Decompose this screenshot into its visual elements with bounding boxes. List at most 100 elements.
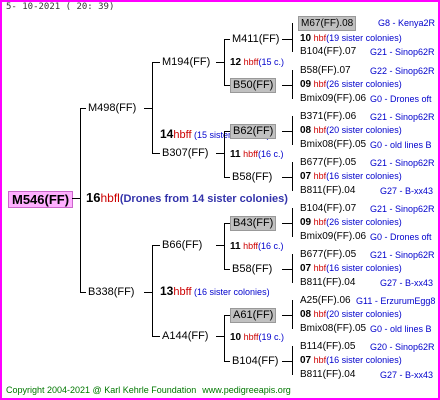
gen4-drone-info: 08 hbf(20 sister colonies) [300, 125, 402, 136]
connector-line [216, 336, 224, 337]
gen4-tag: G8 - Kenya2R [378, 18, 436, 28]
gen4-drone-info: 07 hbf(16 sister colonies) [300, 355, 402, 366]
gen4-tag: G21 - Sinop62R [370, 112, 435, 122]
gen1-queen-1: M498(FF) [88, 102, 137, 114]
gen1-drone-info-2: 13hbff (16 sister colonies) [160, 284, 270, 298]
gen2-drone-info-1: 12 hbff(15 c.) [230, 57, 285, 68]
connector-line [224, 223, 225, 270]
gen2-drone-info-3: 11 hbff(16 c.) [230, 241, 284, 252]
connector-line [224, 39, 225, 86]
root-hbf: hbfl [100, 191, 120, 205]
gen4-queen: B104(FF).07 [300, 203, 357, 214]
root-text: (Drones from 14 sister colonies) [119, 193, 288, 205]
gen4-drone-info: 09 hbf(26 sister colonies) [300, 217, 402, 228]
gen4-queen: A25(FF).06 [300, 295, 351, 306]
gen4-queen: M67(FF).08 [298, 16, 357, 31]
connector-line [224, 131, 225, 178]
connector-line [292, 116, 293, 145]
gen3-queen-3: B62(FF) [230, 124, 277, 139]
gen2-queen-1: M194(FF) [162, 56, 211, 68]
gen4-queen: B677(FF).05 [300, 157, 357, 168]
connector-line [72, 198, 80, 199]
gen4-queen: Bmix08(FF).05 [300, 323, 367, 334]
gen4-queen: Bmix08(FF).05 [300, 139, 367, 150]
gen4-queen: B114(FF).05 [300, 341, 356, 352]
connector-line [224, 361, 230, 362]
connector-line [80, 108, 81, 293]
connector-line [292, 70, 293, 99]
date-stamp: 5- 10-2021 ( 20: 39) [6, 2, 115, 12]
gen1-queen-2: B338(FF) [88, 286, 135, 298]
gen2-queen-4: A144(FF) [162, 330, 209, 342]
connector-line [292, 162, 293, 191]
connector-line [282, 269, 292, 270]
gen3-queen-4: B58(FF) [232, 171, 273, 183]
connector-line [292, 23, 293, 52]
gen4-queen: B371(FF).06 [300, 111, 357, 122]
gen4-tag: G21 - Sinop62R [370, 158, 435, 168]
gen4-tag: G27 - B-xx43 [380, 278, 434, 288]
gen4-tag: G21 - Sinop62R [370, 250, 435, 260]
connector-line [152, 245, 160, 246]
gen4-queen: B104(FF).07 [300, 46, 357, 57]
connector-line [224, 177, 230, 178]
connector-line [282, 39, 292, 40]
gen2-drone-info-2: 11 hbff(16 c.) [230, 149, 284, 160]
connector-line [282, 361, 292, 362]
connector-line [282, 223, 292, 224]
connector-line [216, 153, 224, 154]
connector-line [152, 62, 160, 63]
connector-line [152, 336, 160, 337]
connector-line [144, 108, 152, 109]
gen4-queen: Bmix09(FF).06 [300, 93, 367, 104]
connector-line [224, 269, 230, 270]
gen3-queen-2: B50(FF) [230, 78, 277, 93]
connector-line [224, 39, 230, 40]
connector-line [282, 177, 292, 178]
gen3-queen-5: B43(FF) [230, 216, 277, 231]
connector-line [224, 315, 225, 362]
gen4-tag: G20 - Sinop62R [370, 342, 435, 352]
gen4-drone-info: 10 hbf(19 sister colonies) [300, 33, 402, 44]
gen2-queen-3: B66(FF) [162, 239, 203, 251]
root-queen: M546(FF) [8, 191, 74, 208]
gen4-tag: G11 - ErzurumEgg8 [356, 296, 436, 306]
gen4-tag: G0 - old lines B [370, 140, 432, 150]
connector-line [80, 292, 86, 293]
gen2-drone-info-4: 10 hbff(19 c.) [230, 332, 285, 343]
root-drone-info: 16hbfl(Drones from 14 sister colonies) [86, 190, 288, 205]
connector-line [282, 315, 292, 316]
gen4-tag: G27 - B-xx43 [380, 186, 434, 196]
gen4-drone-info: 09 hbf(26 sister colonies) [300, 79, 402, 90]
gen4-queen: B677(FF).05 [300, 249, 357, 260]
gen4-drone-info: 07 hbf(16 sister colonies) [300, 171, 402, 182]
gen4-drone-info: 08 hbf(20 sister colonies) [300, 309, 402, 320]
gen4-queen: B58(FF).07 [300, 65, 351, 76]
connector-line [292, 346, 293, 375]
root-num: 16 [86, 190, 101, 205]
connector-line [282, 85, 292, 86]
gen3-queen-1: M411(FF) [232, 33, 280, 45]
connector-line [216, 245, 224, 246]
connector-line [152, 62, 153, 154]
gen3-queen-7: A61(FF) [230, 308, 277, 323]
footer: Copyright 2004-2021 @ Karl Kehrle Founda… [6, 385, 291, 395]
gen4-queen: B811(FF).04 [300, 369, 356, 380]
gen4-tag: G0 - Drones oft [370, 94, 432, 104]
gen4-queen: Bmix09(FF).06 [300, 231, 367, 242]
gen3-queen-8: B104(FF) [232, 355, 279, 367]
gen3-queen-6: B58(FF) [232, 263, 273, 275]
gen4-drone-info: 07 hbf(16 sister colonies) [300, 263, 402, 274]
site-link[interactable]: www.pedigreeapis.org [202, 385, 291, 395]
gen4-queen: B811(FF).04 [300, 277, 356, 288]
connector-line [152, 245, 153, 337]
connector-line [292, 254, 293, 283]
connector-line [282, 131, 292, 132]
copyright-text: Copyright 2004-2021 @ Karl Kehrle Founda… [6, 385, 197, 395]
connector-line [292, 300, 293, 329]
gen4-tag: G21 - Sinop62R [370, 204, 435, 214]
gen4-tag: G27 - B-xx43 [380, 370, 434, 380]
gen4-tag: G22 - Sinop62R [370, 66, 435, 76]
connector-line [152, 153, 160, 154]
gen2-queen-2: B307(FF) [162, 147, 209, 159]
